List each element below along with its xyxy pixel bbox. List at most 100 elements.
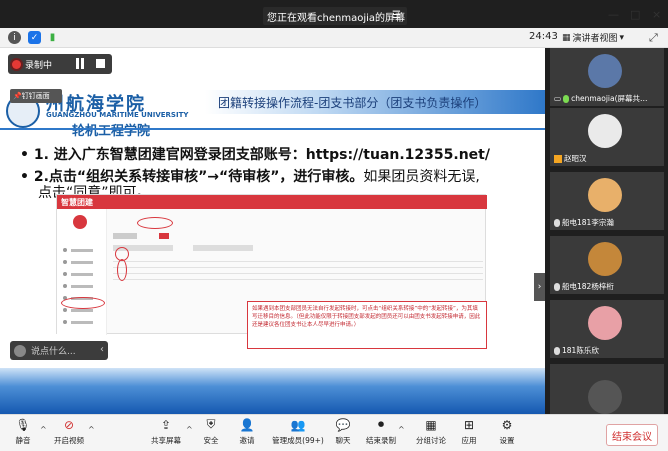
grid-icon: ▦ [562, 32, 571, 43]
chat-placeholder: 说点什么... [31, 347, 76, 357]
embedded-webpage: 智慧团建 如果遇到本团支部团员无法自行发起转接时，可点击“组织关系转接”中的“发… [56, 194, 487, 349]
sidebar-item [63, 271, 103, 277]
sidebar-item [63, 247, 103, 253]
table-row [113, 267, 483, 268]
stop-icon[interactable] [96, 59, 105, 68]
slide-divider [0, 128, 545, 130]
mute-button[interactable]: 🎙 静音 [0, 418, 46, 450]
speaker-view-button[interactable]: ▦ 演讲者视图 ▾ [562, 30, 642, 45]
apps-icon: ⊞ [463, 417, 475, 432]
participant-tile[interactable] [550, 364, 664, 414]
league-emblem-icon [73, 215, 87, 229]
collapse-gallery-button[interactable]: › [534, 273, 545, 301]
recording-dot-icon [12, 59, 21, 69]
invite-icon: 👤 [239, 417, 255, 432]
breakout-icon: ▦ [425, 417, 437, 432]
participant-tile[interactable]: 船电181李宗瀚 [550, 172, 664, 230]
school-english-name: GUANGZHOU MARITIME UNIVERSITY [46, 111, 189, 119]
participants-icon: 👥 [290, 417, 306, 432]
pin-label: 钉钉画面 [21, 92, 50, 100]
share-screen-button[interactable]: ⇪ 共享屏幕 [143, 418, 189, 450]
filter-field [113, 233, 137, 239]
screen-share-icon: ▭ [554, 94, 562, 103]
banner-text: 您正在观看chenmaojia的屏幕 [267, 12, 405, 24]
record-icon: ⏺ [377, 417, 384, 431]
fullscreen-icon[interactable]: ⤢ [649, 31, 658, 45]
settings-label: 设置 [499, 436, 515, 445]
user-icon [554, 154, 562, 163]
participant-name: 船电181李宗瀚 [554, 217, 614, 228]
share-screen-icon: ⇪ [160, 417, 172, 432]
avatar [588, 242, 622, 276]
share-label: 共享屏幕 [151, 436, 181, 445]
highlight-circle [61, 297, 105, 309]
manage-participants-button[interactable]: 👥 管理成员(99+) [270, 418, 326, 450]
menu-icon[interactable]: ☰ [392, 10, 401, 21]
chevron-left-icon[interactable]: ‹ [100, 344, 104, 355]
screen-share-banner[interactable]: 您正在观看chenmaojia的屏幕 ☰ [263, 7, 407, 25]
sidebar-item [63, 319, 103, 325]
webpage-note: 如果遇到本团支部团员无法自行发起转接时，可点击“组织关系转接”中的“发起转接”，… [247, 301, 487, 349]
pin-view-button[interactable]: 📌 钉钉画面 [10, 89, 62, 103]
chevron-up-icon[interactable]: ^ [398, 425, 405, 434]
participants-label: 管理成员(99+) [272, 436, 324, 445]
participant-tile[interactable]: 181陈乐欣 [550, 300, 664, 358]
stop-recording-button[interactable]: ⏺ 结束录制 [358, 417, 404, 450]
query-button [159, 233, 169, 239]
video-off-icon: ⊘ [63, 417, 75, 432]
participant-name: ▭ chenmaojia(屏幕共… [554, 94, 648, 103]
webpage-sidebar [57, 209, 107, 335]
invite-label: 邀请 [239, 436, 255, 445]
sidebar-item [63, 283, 103, 289]
meeting-timer: 24:43 [529, 31, 558, 42]
invite-button[interactable]: 👤 邀请 [224, 418, 270, 450]
video-button[interactable]: ⊘ 开启视频 [46, 418, 92, 450]
video-label: 开启视频 [54, 436, 84, 445]
info-icon[interactable]: i [8, 31, 21, 44]
minimize-button[interactable]: — [608, 8, 619, 21]
participant-tile[interactable]: ▭ chenmaojia(屏幕共… [550, 48, 664, 106]
highlight-circle [137, 217, 173, 229]
slide-bullet-1: • 1. 进入广东智慧团建官网登录团支部账号：https://tuan.1235… [20, 147, 490, 163]
close-button[interactable]: × [652, 8, 661, 21]
shield-icon[interactable]: ✓ [28, 31, 41, 44]
top-toolbar: i ✓ ▮ 24:43 ▦ 演讲者视图 ▾ ⤢ [0, 28, 668, 48]
end-meeting-button[interactable]: 结束会议 [606, 424, 658, 446]
participant-tile[interactable]: 船电182杨梓桁 [550, 236, 664, 294]
participant-gallery: ▭ chenmaojia(屏幕共… 赵昭汉 船电181李宗瀚 船电182杨梓桁 1… [548, 48, 668, 414]
participant-name: 181陈乐欣 [554, 345, 599, 356]
chevron-down-icon: ▾ [619, 32, 625, 43]
mute-label: 静音 [15, 436, 31, 445]
microphone-icon: 🎙 [15, 417, 31, 432]
shield-icon: ⛨ [206, 417, 216, 431]
view-label: 演讲者视图 [572, 34, 618, 44]
settings-button[interactable]: ⚙ 设置 [484, 418, 530, 450]
chat-input-bar[interactable]: 说点什么... ‹ [10, 341, 108, 360]
maximize-button[interactable]: □ [630, 8, 640, 21]
chevron-up-icon[interactable]: ^ [88, 425, 95, 434]
participant-tile[interactable]: 赵昭汉 [550, 108, 664, 166]
avatar [588, 380, 622, 414]
mic-icon [563, 94, 570, 103]
gear-icon: ⚙ [501, 417, 513, 432]
avatar [14, 344, 26, 357]
mic-icon [554, 218, 560, 227]
filter-field [193, 245, 253, 251]
avatar [588, 178, 622, 212]
avatar [588, 114, 622, 148]
pin-icon: 📌 [13, 92, 22, 100]
bottom-control-bar: 🎙 静音 ^ ⊘ 开启视频 ^ ⇪ 共享屏幕 ^ ⛨ 安全 👤 邀请 👥 管理成… [0, 414, 668, 451]
slide-title: 团籍转接操作流程-团支书部分（团支书负责操作） [218, 96, 487, 110]
signal-icon[interactable]: ▮ [46, 31, 59, 44]
webpage-header: 智慧团建 [57, 195, 487, 209]
shared-screen: 州航海学院 GUANGZHOU MARITIME UNIVERSITY 轮机工程… [0, 48, 545, 414]
highlight-circle [117, 259, 127, 281]
mic-icon [554, 282, 560, 291]
webpage-brand: 智慧团建 [61, 198, 93, 207]
pause-icon[interactable] [74, 58, 86, 70]
mic-icon [554, 346, 560, 355]
participant-name: 赵昭汉 [554, 153, 587, 164]
meeting-window: 您正在观看chenmaojia的屏幕 ☰ — □ × i ✓ ▮ 24:43 ▦… [0, 0, 668, 451]
sidebar-item [63, 259, 103, 265]
avatar [588, 54, 622, 88]
